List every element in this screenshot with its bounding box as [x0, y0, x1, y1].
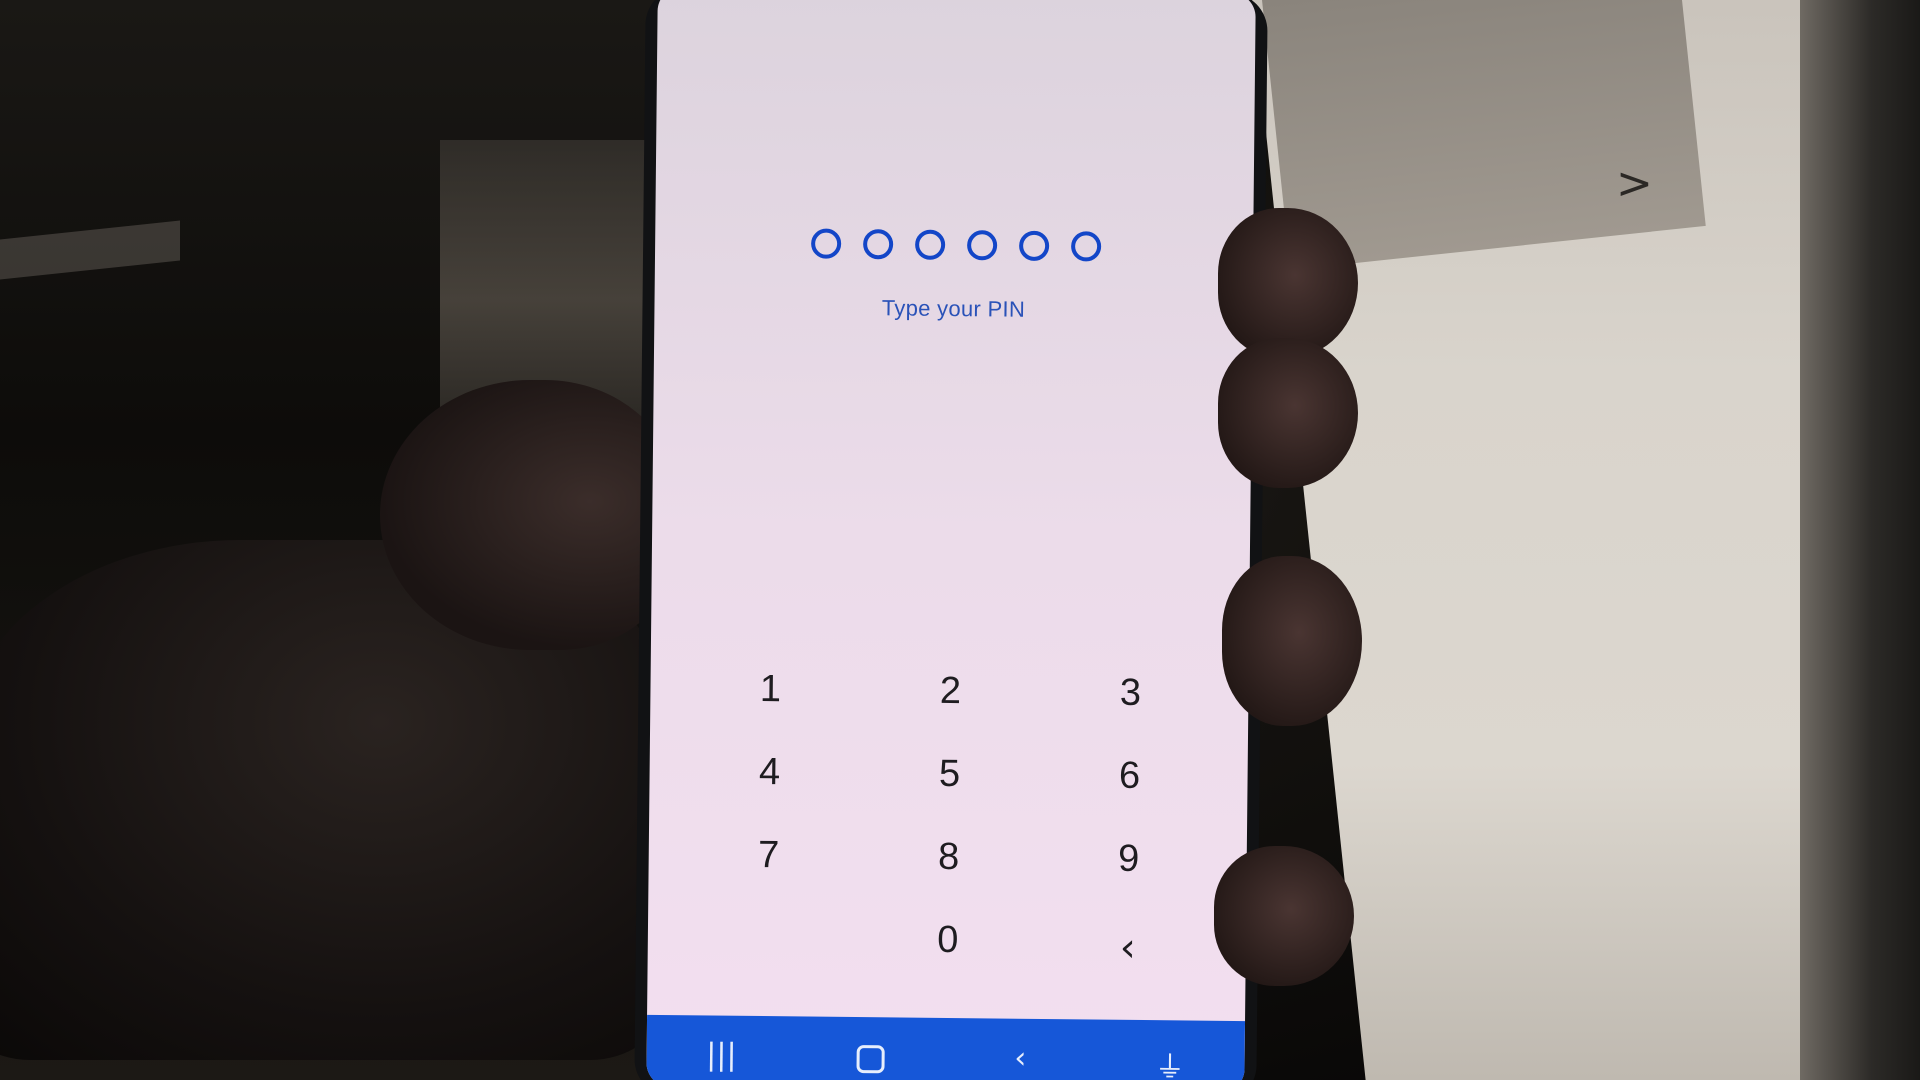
key-0[interactable]: 0 [857, 898, 1038, 983]
phone-screen: Type your PIN 1 2 3 4 5 6 7 8 9 0 ‹ ||| [646, 0, 1256, 1080]
hand-finger [1218, 338, 1358, 488]
key-9[interactable]: 9 [1038, 817, 1219, 902]
key-7[interactable]: 7 [678, 813, 859, 898]
hand-finger [1218, 208, 1358, 358]
home-icon [856, 1045, 886, 1074]
pin-indicator [655, 227, 1253, 263]
accessibility-icon[interactable]: ⏚ [1130, 1042, 1210, 1080]
pin-dot [862, 229, 894, 260]
recents-icon[interactable]: ||| [681, 1037, 761, 1073]
photo-scene: > Type your PIN 1 2 3 4 5 6 7 8 9 0 ‹ ||… [0, 0, 1920, 1080]
phone-device: Type your PIN 1 2 3 4 5 6 7 8 9 0 ‹ ||| [634, 0, 1268, 1080]
pin-keypad: 1 2 3 4 5 6 7 8 9 0 ‹ [677, 647, 1220, 985]
pin-dot [966, 230, 998, 261]
key-2[interactable]: 2 [860, 649, 1041, 734]
key-5[interactable]: 5 [859, 732, 1040, 817]
pin-dot [1018, 230, 1050, 262]
pin-dot [810, 228, 842, 259]
key-4[interactable]: 4 [679, 730, 860, 815]
home-button[interactable] [831, 1039, 911, 1074]
backspace-icon[interactable]: ‹ [1037, 900, 1218, 985]
monitor-chevron-icon: > [1616, 158, 1653, 209]
pin-dot [914, 229, 946, 260]
key-3[interactable]: 3 [1040, 651, 1221, 736]
system-nav-bar: ||| ‹ ⏚ [646, 1014, 1246, 1080]
key-empty [677, 896, 858, 981]
key-1[interactable]: 1 [680, 647, 861, 732]
monitor-bezel [1800, 0, 1920, 1080]
key-6[interactable]: 6 [1039, 734, 1220, 819]
hand-thumb [380, 380, 680, 650]
hand-finger [1214, 846, 1354, 986]
key-8[interactable]: 8 [858, 815, 1039, 900]
hand-finger [1222, 556, 1362, 726]
pin-prompt: Type your PIN [881, 295, 1026, 322]
back-icon[interactable]: ‹ [980, 1040, 1060, 1076]
pin-dot [1070, 231, 1102, 262]
